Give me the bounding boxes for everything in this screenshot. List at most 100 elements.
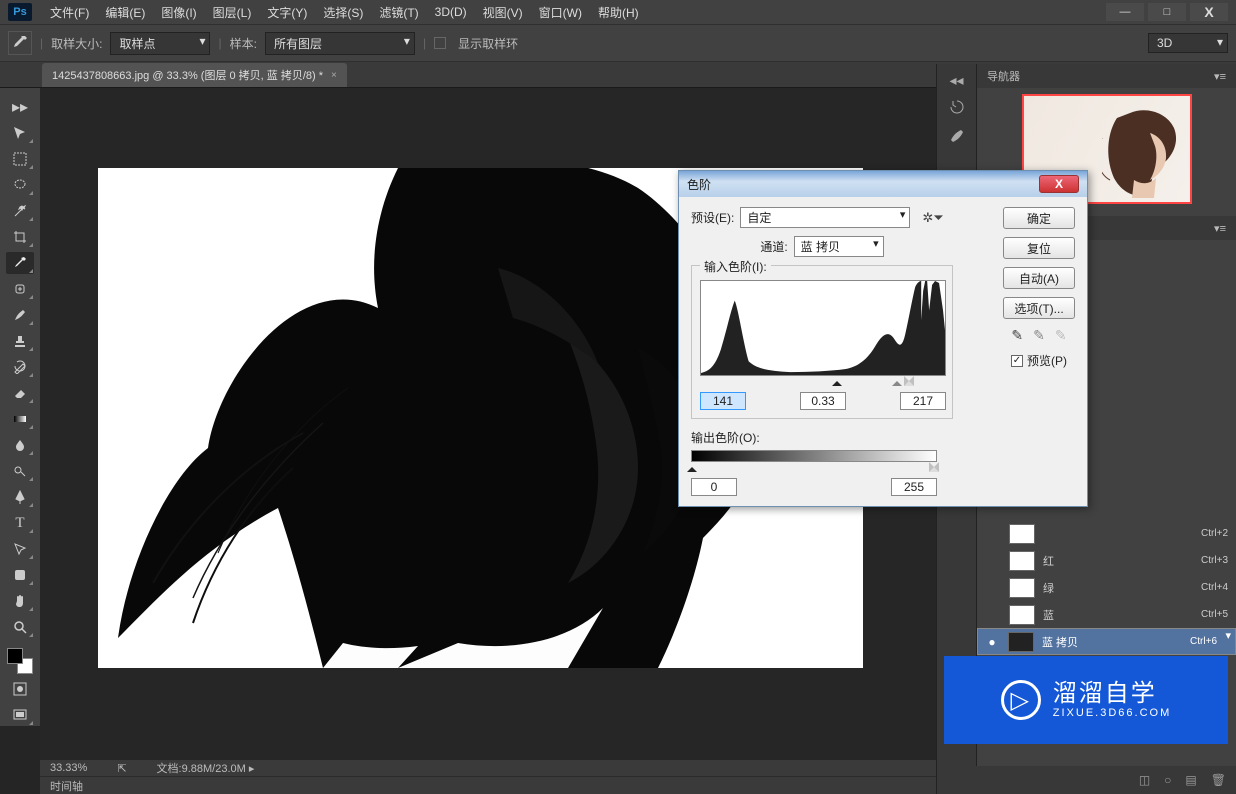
create-new-icon[interactable]: ▤ — [1185, 773, 1196, 787]
input-white-field[interactable]: 217 — [900, 392, 946, 410]
gradient-tool[interactable] — [6, 408, 34, 430]
menu-select[interactable]: 选择(S) — [315, 4, 371, 21]
panel-menu-icon-2[interactable]: ▾≡ — [1214, 222, 1226, 235]
reset-button[interactable]: 复位 — [1003, 237, 1075, 259]
eraser-tool[interactable] — [6, 382, 34, 404]
eyedropper-tool-icon[interactable] — [8, 31, 32, 55]
menu-layer[interactable]: 图层(L) — [205, 4, 260, 21]
menu-help[interactable]: 帮助(H) — [590, 4, 647, 21]
history-panel-icon[interactable] — [949, 99, 965, 118]
preview-checkbox[interactable]: ✓ — [1011, 355, 1023, 367]
menu-type[interactable]: 文字(Y) — [259, 4, 315, 21]
input-sliders[interactable] — [700, 378, 946, 388]
sample-size-label: 取样大小: — [51, 35, 102, 52]
input-black-field[interactable]: 141 — [700, 392, 746, 410]
menu-3d[interactable]: 3D(D) — [427, 5, 475, 19]
options-button[interactable]: 选项(T)... — [1003, 297, 1075, 319]
timeline-bar[interactable]: 时间轴 — [40, 776, 936, 794]
screen-mode-icon[interactable] — [6, 704, 34, 726]
lasso-tool[interactable] — [6, 174, 34, 196]
move-tool[interactable] — [6, 122, 34, 144]
preset-select[interactable]: 自定 — [740, 207, 910, 228]
healing-tool[interactable] — [6, 278, 34, 300]
out-white-slider[interactable] — [929, 462, 939, 472]
eyedropper-pickers: ✎ ✎ ✎ — [1011, 327, 1066, 344]
channel-row-1[interactable]: 红Ctrl+3 — [977, 547, 1236, 574]
black-point-picker[interactable]: ✎ — [1011, 327, 1023, 344]
zoom-tool[interactable] — [6, 616, 34, 638]
channel-row-0[interactable]: Ctrl+2 — [977, 520, 1236, 547]
preset-menu-icon[interactable]: ✲⏷ — [922, 210, 943, 226]
color-swatch[interactable] — [7, 648, 33, 674]
export-icon[interactable]: ⇱ — [117, 762, 126, 775]
quick-mask-icon[interactable] — [6, 678, 34, 700]
auto-button[interactable]: 自动(A) — [1003, 267, 1075, 289]
status-bar: 33.33% ⇱ 文档:9.88M/23.0M ▸ — [40, 760, 936, 776]
expand-icon[interactable]: ▸▸ — [6, 96, 34, 118]
visibility-icon[interactable]: ● — [984, 635, 1000, 649]
blur-tool[interactable] — [6, 434, 34, 456]
type-tool[interactable]: T — [6, 512, 34, 534]
pen-tool[interactable] — [6, 486, 34, 508]
marquee-tool[interactable] — [6, 148, 34, 170]
brush-panel-icon[interactable] — [949, 128, 965, 147]
channel-shortcut: Ctrl+5 — [1201, 609, 1228, 620]
channel-select[interactable]: 蓝 拷贝 — [794, 236, 884, 257]
dialog-close-button[interactable]: X — [1039, 175, 1079, 193]
show-ring-checkbox[interactable] — [434, 37, 446, 49]
eyedropper-tool[interactable] — [6, 252, 34, 274]
navigator-header[interactable]: 导航器 ▾≡ — [977, 64, 1236, 88]
panel-menu-icon[interactable]: ▾≡ — [1214, 70, 1226, 83]
sample-size-select[interactable]: 取样点 — [110, 32, 210, 55]
path-select-tool[interactable] — [6, 538, 34, 560]
menu-window[interactable]: 窗口(W) — [531, 4, 590, 21]
channel-shortcut: Ctrl+4 — [1201, 582, 1228, 593]
document-tab[interactable]: 1425437808663.jpg @ 33.3% (图层 0 拷贝, 蓝 拷贝… — [42, 63, 347, 87]
3d-mode-select[interactable]: 3D — [1148, 33, 1228, 53]
hand-tool[interactable] — [6, 590, 34, 612]
brush-tool[interactable] — [6, 304, 34, 326]
dialog-titlebar[interactable]: 色阶 X — [679, 171, 1087, 197]
sample-layers-select[interactable]: 所有图层 — [265, 32, 415, 55]
shape-tool[interactable] — [6, 564, 34, 586]
navigator-title: 导航器 — [987, 68, 1020, 84]
menu-filter[interactable]: 滤镜(T) — [371, 4, 426, 21]
ok-button[interactable]: 确定 — [1003, 207, 1075, 229]
output-white-field[interactable]: 255 — [891, 478, 937, 496]
gray-point-picker[interactable]: ✎ — [1033, 327, 1045, 344]
window-maximize[interactable]: □ — [1148, 3, 1186, 21]
dodge-tool[interactable] — [6, 460, 34, 482]
toolbox: ▸▸ T — [0, 88, 40, 726]
menu-image[interactable]: 图像(I) — [153, 4, 204, 21]
channel-thumb — [1009, 524, 1035, 544]
menu-edit[interactable]: 编辑(E) — [97, 4, 153, 21]
history-brush-tool[interactable] — [6, 356, 34, 378]
close-tab-icon[interactable]: × — [331, 70, 337, 81]
menu-file[interactable]: 文件(F) — [42, 4, 97, 21]
output-sliders[interactable] — [691, 464, 937, 474]
stamp-tool[interactable] — [6, 330, 34, 352]
channel-row-2[interactable]: 绿Ctrl+4 — [977, 574, 1236, 601]
channel-row-3[interactable]: 蓝Ctrl+5 — [977, 601, 1236, 628]
black-slider[interactable] — [832, 376, 842, 386]
zoom-value[interactable]: 33.33% — [50, 762, 87, 774]
input-gamma-field[interactable]: 0.33 — [800, 392, 846, 410]
menu-view[interactable]: 视图(V) — [475, 4, 531, 21]
out-black-slider[interactable] — [687, 462, 697, 472]
white-slider[interactable] — [904, 376, 914, 386]
gamma-slider[interactable] — [892, 376, 902, 386]
new-channel-icon[interactable]: ◫ — [1139, 773, 1150, 787]
channel-row-4[interactable]: ●蓝 拷贝Ctrl+6 — [977, 628, 1236, 655]
window-minimize[interactable]: — — [1106, 3, 1144, 21]
magic-wand-tool[interactable] — [6, 200, 34, 222]
show-ring-label: 显示取样环 — [458, 35, 518, 52]
output-gradient[interactable] — [691, 450, 937, 462]
crop-tool[interactable] — [6, 226, 34, 248]
window-close[interactable]: X — [1190, 3, 1228, 21]
mask-channel-icon[interactable]: ○ — [1164, 773, 1171, 787]
white-point-picker[interactable]: ✎ — [1055, 327, 1067, 344]
delete-icon[interactable]: 🗑 — [1211, 773, 1226, 787]
output-black-field[interactable]: 0 — [691, 478, 737, 496]
collapse-icon[interactable]: ◂◂ — [949, 72, 963, 89]
options-bar: | 取样大小: 取样点 | 样本: 所有图层 | 显示取样环 3D — [0, 24, 1236, 62]
